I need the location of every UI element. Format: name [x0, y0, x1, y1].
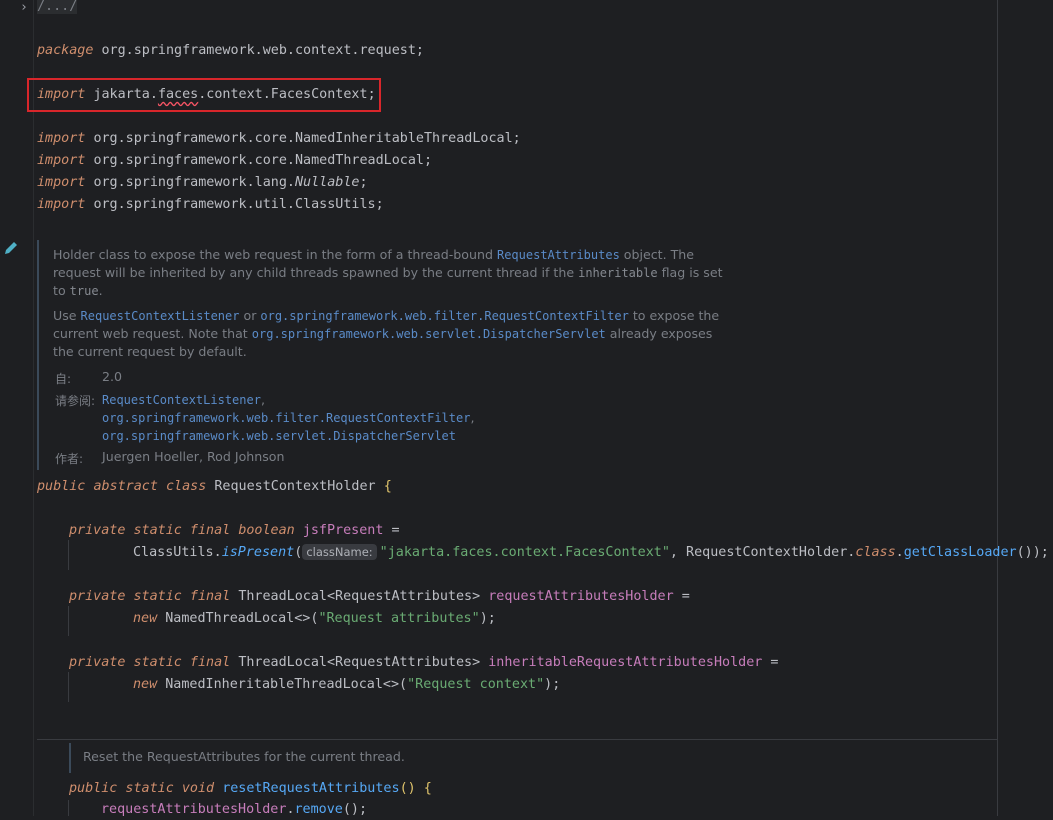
class-name: RequestContextHolder	[214, 479, 376, 494]
doc-link[interactable]: RequestContextListener	[102, 393, 261, 407]
doc-link[interactable]: RequestContextListener	[81, 309, 240, 323]
field-name: requestAttributesHolder	[488, 589, 674, 604]
javadoc-block-reset: Reset the RequestAttributes for the curr…	[69, 743, 405, 773]
import-line[interactable]: import org.springframework.lang.Nullable…	[37, 173, 368, 193]
gutter-divider	[33, 0, 34, 816]
field-jsfPresent[interactable]: private static final boolean jsfPresent …	[69, 521, 400, 541]
doc-link[interactable]: org.springframework.web.filter.RequestCo…	[260, 309, 628, 323]
doc-link[interactable]: org.springframework.web.servlet.Dispatch…	[252, 327, 606, 341]
see-item: org.springframework.web.filter.RequestCo…	[102, 410, 475, 425]
folded-header[interactable]: /.../	[37, 0, 78, 17]
import-keyword: import	[37, 131, 86, 146]
fold-expand-icon[interactable]: ›	[20, 0, 28, 16]
author-value: Juergen Hoeller, Rod Johnson	[102, 449, 285, 464]
field-requestAttributesHolder[interactable]: private static final ThreadLocal<Request…	[69, 587, 690, 607]
javadoc-block: Holder class to expose the web request i…	[37, 240, 723, 470]
doc-paragraph-2-line-3: the current request by default.	[53, 344, 247, 359]
see-item: RequestContextListener,	[102, 392, 265, 407]
method-separator	[37, 739, 997, 740]
field-name: jsfPresent	[302, 523, 384, 538]
field-inheritableRequestAttributesHolder[interactable]: private static final ThreadLocal<Request…	[69, 653, 778, 673]
see-label: 请参阅:	[55, 394, 96, 408]
import-text: org.springframework.lang.	[93, 175, 295, 190]
field-jsfPresent-init[interactable]: ClassUtils.isPresent(className: "jakarta.…	[133, 543, 1049, 563]
indent-guide	[68, 800, 69, 816]
doc-paragraph-1-line-2: request will be inherited by any child t…	[53, 265, 723, 280]
import-text: org.springframework.util.ClassUtils	[93, 197, 376, 212]
class-declaration[interactable]: public abstract class RequestContextHold…	[37, 477, 392, 497]
doc-paragraph-1-line-1: Holder class to expose the web request i…	[53, 247, 695, 262]
editor-gutter	[0, 0, 34, 816]
import-text: org.springframework.core.NamedInheritabl…	[93, 131, 513, 146]
since-label: 自:	[55, 372, 72, 386]
doc-paragraph-1-line-3: to true.	[53, 283, 103, 298]
import-text: org.springframework.core.NamedThreadLoca…	[93, 153, 424, 168]
highlight-box	[27, 78, 381, 112]
import-keyword: import	[37, 175, 86, 190]
indent-guide	[68, 606, 69, 636]
import-line[interactable]: import org.springframework.core.NamedInh…	[37, 129, 521, 149]
doc-link[interactable]: org.springframework.web.filter.RequestCo…	[102, 411, 470, 425]
doc-paragraph-2-line-2: current web request. Note that org.sprin…	[53, 326, 713, 341]
parameter-hint: className:	[302, 544, 377, 560]
doc-paragraph-2-line-1: Use RequestContextListener or org.spring…	[53, 308, 720, 323]
method-name: resetRequestAttributes	[222, 781, 400, 796]
method-resetRequestAttributes[interactable]: public static void resetRequestAttribute…	[69, 779, 432, 799]
import-line[interactable]: import org.springframework.core.NamedThr…	[37, 151, 432, 171]
package-keyword: package	[37, 43, 94, 58]
field-requestAttributesHolder-init[interactable]: new NamedThreadLocal<>("Request attribut…	[133, 609, 496, 629]
field-name: inheritableRequestAttributesHolder	[488, 655, 763, 670]
indent-guide	[68, 672, 69, 702]
indent-guide	[68, 540, 69, 570]
right-margin-guide	[997, 0, 998, 816]
fold-placeholder: /.../	[37, 0, 78, 14]
reset-doc-text: Reset the RequestAttributes for the curr…	[83, 749, 405, 764]
doc-link[interactable]: org.springframework.web.servlet.Dispatch…	[102, 429, 456, 443]
import-keyword: import	[37, 197, 86, 212]
pencil-icon[interactable]	[3, 240, 19, 256]
author-label: 作者:	[55, 452, 84, 466]
package-line[interactable]: package org.springframework.web.context.…	[37, 41, 424, 61]
field-inheritableRequestAttributesHolder-init[interactable]: new NamedInheritableThreadLocal<>("Reque…	[133, 675, 560, 695]
doc-link[interactable]: RequestAttributes	[497, 248, 620, 262]
import-keyword: import	[37, 153, 86, 168]
package-name: org.springframework.web.context.request	[101, 43, 416, 58]
since-value: 2.0	[102, 369, 123, 384]
see-item: org.springframework.web.servlet.Dispatch…	[102, 428, 456, 443]
method-body-line[interactable]: requestAttributesHolder.remove();	[101, 800, 367, 820]
import-line[interactable]: import org.springframework.util.ClassUti…	[37, 195, 384, 215]
nullable-annotation: Nullable	[294, 175, 360, 190]
